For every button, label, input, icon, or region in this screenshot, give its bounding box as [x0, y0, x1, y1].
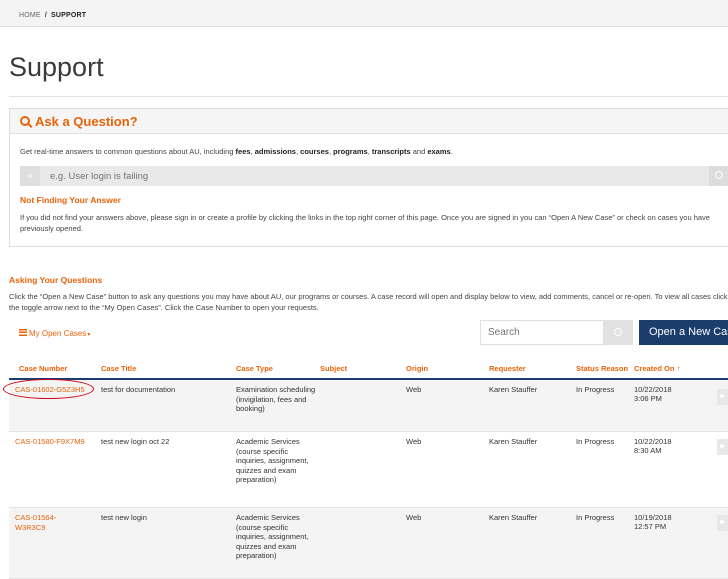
case-status: In Progress [576, 385, 615, 394]
not-found-title: Not Finding Your Answer [20, 195, 121, 205]
case-origin: Web [406, 437, 422, 446]
case-title: test for documentation [101, 385, 176, 394]
breadcrumb: HOME / SUPPORT [0, 0, 728, 27]
gear-icon [720, 444, 724, 448]
search-icon [614, 328, 622, 336]
row-actions-button[interactable] [717, 439, 728, 455]
kb-search-input[interactable] [50, 166, 700, 186]
table-row: CAS-01580-F9X7M9 test new login oct 22 A… [9, 432, 728, 508]
ask-question-header: Ask a Question? [10, 109, 728, 134]
case-created-time: 12:57 PM [634, 522, 667, 531]
intro-term-admissions: admissions [254, 147, 296, 156]
search-icon [715, 171, 723, 179]
case-status: In Progress [576, 437, 615, 446]
breadcrumb-inner: HOME / SUPPORT [19, 12, 86, 19]
col-header-subject[interactable]: Subject [320, 364, 347, 373]
case-created-time: 3:06 PM [634, 394, 662, 403]
intro-term-programs: programs [333, 147, 368, 156]
case-requester: Karen Stauffer [489, 437, 538, 446]
my-open-cases-label: My Open Cases [29, 329, 87, 338]
case-type: Academic Services (course specific inqui… [236, 437, 309, 484]
col-header-origin[interactable]: Origin [406, 364, 428, 373]
clear-icon[interactable]: × [20, 166, 40, 186]
asking-questions-text: Click the “Open a New Case” button to as… [9, 292, 728, 312]
case-title: test new login [101, 513, 147, 522]
asking-questions-title: Asking Your Questions [9, 275, 103, 285]
breadcrumb-home-link[interactable]: HOME [19, 12, 41, 19]
case-requester: Karen Stauffer [489, 385, 538, 394]
case-origin: Web [406, 513, 422, 522]
chevron-down-icon: ▾ [87, 332, 91, 338]
breadcrumb-separator: / [44, 12, 47, 19]
search-icon [20, 116, 30, 126]
row-actions-button[interactable] [717, 389, 728, 405]
case-number-link[interactable]: CAS-01580-F9X7M9 [15, 437, 85, 447]
intro-term-transcripts: transcripts [371, 147, 411, 156]
kb-search-bar: × [20, 166, 728, 186]
intro-prefix: Get real-time answers to common question… [20, 147, 236, 156]
case-number-link[interactable]: CAS-01602-G5Z3H5 [15, 385, 85, 395]
page-title: Support [9, 52, 104, 82]
kb-search-button[interactable] [709, 166, 728, 186]
intro-term-exams: exams [427, 147, 451, 156]
open-new-case-button[interactable]: Open a New Case [639, 320, 728, 345]
ask-question-title: Ask a Question? [20, 114, 138, 129]
col-header-case-title[interactable]: Case Title [101, 364, 136, 373]
case-requester: Karen Stauffer [489, 513, 538, 522]
case-title: test new login oct 22 [101, 437, 170, 446]
row-actions-button[interactable] [717, 515, 728, 531]
col-header-case-number[interactable]: Case Number [19, 364, 67, 373]
col-header-requester[interactable]: Requester [489, 364, 526, 373]
intro-suffix: . [450, 147, 453, 156]
table-row: CAS-01564-W3R3C9 test new login Academic… [9, 508, 728, 579]
table-row: CAS-01602-G5Z3H5 test for documentation … [9, 380, 728, 432]
gear-icon [720, 520, 724, 524]
title-divider [9, 96, 728, 97]
col-header-case-type[interactable]: Case Type [236, 364, 273, 373]
ask-question-panel: Ask a Question? Get real-time answers to… [9, 108, 728, 247]
col-header-created-on[interactable]: Created On ↑ [634, 364, 680, 373]
case-search-input[interactable] [480, 320, 604, 345]
list-icon [19, 329, 27, 336]
not-found-text: If you did not find your answers above, … [20, 213, 710, 233]
col-header-status-reason[interactable]: Status Reason [576, 364, 628, 373]
col-header-created-on-label: Created On [634, 364, 675, 373]
case-status: In Progress [576, 513, 615, 522]
ask-intro-text: Get real-time answers to common question… [20, 147, 453, 156]
sort-ascending-icon: ↑ [676, 364, 681, 373]
ask-question-title-text: Ask a Question? [35, 114, 138, 129]
intro-term-fees: fees [235, 147, 251, 156]
intro-term-courses: courses [300, 147, 329, 156]
case-type: Examination scheduling (invigilation, fe… [236, 385, 316, 413]
my-open-cases-toggle[interactable]: My Open Cases▾ [19, 329, 90, 338]
breadcrumb-current: SUPPORT [50, 12, 87, 19]
gear-icon [720, 394, 724, 398]
case-created-time: 8:30 AM [634, 446, 662, 455]
case-origin: Web [406, 385, 422, 394]
case-type: Academic Services (course specific inqui… [236, 513, 309, 560]
case-search-button[interactable] [604, 320, 633, 345]
case-number-link[interactable]: CAS-01564-W3R3C9 [15, 513, 85, 532]
